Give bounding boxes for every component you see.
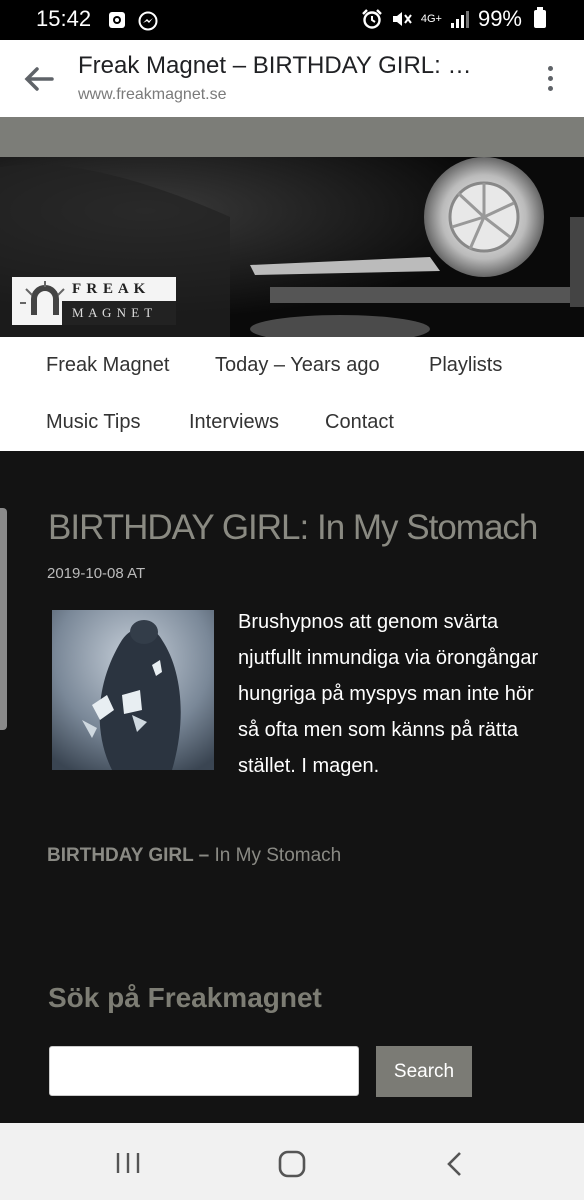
nav-item-music-tips[interactable]: Music Tips (46, 411, 140, 434)
site-logo[interactable]: F R E A K M A G N E T (12, 277, 176, 325)
nav-item-freak-magnet[interactable]: Freak Magnet (46, 354, 169, 377)
nav-item-contact[interactable]: Contact (325, 411, 394, 434)
mute-icon (392, 12, 412, 26)
post-title[interactable]: BIRTHDAY GIRL: In My Stomach (48, 508, 538, 548)
network-type: 4G+ (420, 13, 442, 25)
more-vert-icon[interactable] (546, 66, 554, 94)
system-nav-bar (0, 1123, 584, 1200)
logo-text-magnet: M A G N E T (72, 305, 154, 320)
nav-item-interviews[interactable]: Interviews (189, 411, 279, 434)
browser-toolbar: Freak Magnet – BIRTHDAY GIRL: In My Stom… (0, 40, 584, 117)
track-artist: BIRTHDAY GIRL – (47, 845, 210, 866)
nav-back-icon[interactable] (444, 1150, 466, 1178)
recents-icon[interactable] (114, 1150, 142, 1176)
battery-percent: 99% (477, 6, 522, 31)
album-cover-image (52, 610, 214, 770)
signal-icon (450, 11, 469, 28)
main-content (0, 451, 584, 1123)
app-notification-icon (109, 12, 125, 28)
post-date: 2019-10-08 AT (47, 565, 146, 582)
back-arrow-icon[interactable] (22, 64, 56, 94)
track-credit: BIRTHDAY GIRL – In My Stomach (47, 845, 341, 867)
search-button[interactable]: Search (376, 1046, 472, 1097)
search-input[interactable] (49, 1046, 359, 1096)
home-icon[interactable] (277, 1150, 307, 1178)
status-time: 15:42 (36, 6, 92, 31)
post-body: Brushypnos att genom svärta njutfullt in… (238, 611, 539, 777)
header-strip (0, 117, 584, 157)
search-heading: Sök på Freakmagnet (48, 982, 322, 1013)
nav-item-today-years-ago[interactable]: Today – Years ago (215, 354, 380, 377)
edge-panel-handle[interactable] (0, 508, 7, 730)
alarm-icon (361, 9, 382, 29)
page-title: Freak Magnet – BIRTHDAY GIRL: In My Stom… (78, 52, 478, 79)
status-bar: 15:42 4G+ 99% (0, 0, 584, 40)
site-nav: Freak Magnet Today – Years ago Playlists… (0, 337, 584, 451)
site-banner[interactable]: F R E A K M A G N E T (0, 157, 584, 337)
page-url: www.freakmagnet.se (78, 86, 227, 103)
track-title: In My Stomach (214, 845, 342, 866)
nav-item-playlists[interactable]: Playlists (429, 354, 502, 377)
album-cover[interactable] (52, 610, 214, 770)
messenger-icon (138, 11, 158, 31)
battery-icon (534, 7, 546, 28)
logo-text-freak: F R E A K (72, 281, 147, 297)
